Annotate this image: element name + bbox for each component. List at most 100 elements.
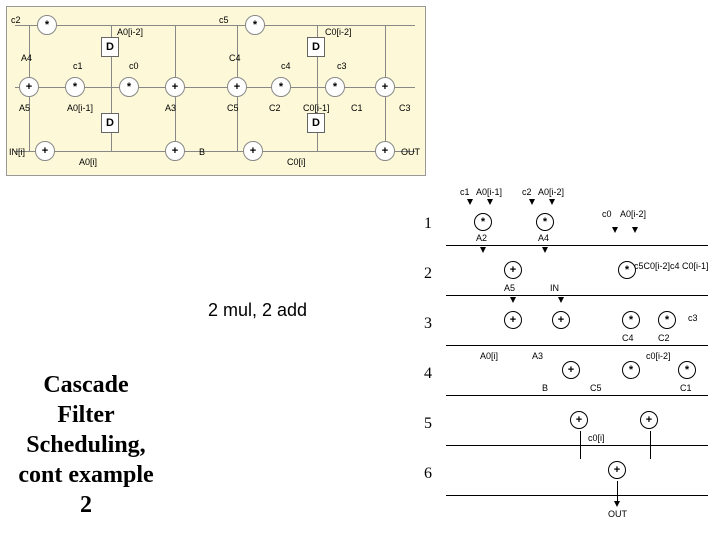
resource-caption: 2 mul, 2 add	[208, 300, 307, 321]
mul-op: *	[658, 311, 676, 329]
signal-label: c1	[460, 187, 470, 197]
add-op: +	[562, 361, 580, 379]
mul-node: *	[119, 77, 139, 97]
arrow-down-icon	[467, 199, 473, 205]
label-c0im2: C0[i-2]	[325, 27, 352, 37]
signal-label: A2	[476, 233, 487, 243]
mul-op: *	[622, 311, 640, 329]
title-line: Scheduling,	[26, 432, 145, 458]
add-node: +	[165, 77, 185, 97]
signal-label: C5	[590, 383, 602, 393]
cycle-separator	[446, 395, 708, 396]
cycle-number: 6	[424, 465, 432, 483]
label-b: B	[199, 147, 205, 157]
add-node: +	[227, 77, 247, 97]
signal-label: B	[542, 383, 548, 393]
signal-label: A0[i-1]	[476, 187, 502, 197]
d-register: D	[307, 37, 325, 57]
cycle-separator	[446, 495, 708, 496]
title-line: cont example	[18, 462, 153, 488]
label-a0i: A0[i]	[79, 157, 97, 167]
add-op: +	[640, 411, 658, 429]
add-op: +	[504, 311, 522, 329]
d-register: D	[101, 37, 119, 57]
slide-title: Cascade Filter Scheduling, cont example …	[6, 370, 166, 520]
label-a0im2: A0[i-2]	[117, 27, 143, 37]
title-line: Cascade	[43, 372, 128, 398]
d-register: D	[101, 113, 119, 133]
label-c0: c0	[129, 61, 139, 71]
arrow-down-icon	[632, 227, 638, 233]
cycle-number: 5	[424, 415, 432, 433]
label-C4: C4	[229, 53, 241, 63]
title-line: Filter	[57, 402, 114, 428]
signal-label: A4	[538, 233, 549, 243]
label-a3: A3	[165, 103, 176, 113]
signal-label: c3	[688, 313, 698, 323]
cycle-number: 1	[424, 215, 432, 233]
signal-label: c5C0[i-2]c4 C0[i-1]	[634, 261, 709, 271]
signal-label: A0[i-2]	[620, 209, 646, 219]
arrow-down-icon	[480, 247, 486, 253]
label-C5: C5	[227, 103, 239, 113]
label-out: OUT	[401, 147, 420, 157]
mul-node: *	[325, 77, 345, 97]
cycle-separator	[446, 345, 708, 346]
signal-label: A0[i]	[480, 351, 498, 361]
signal-label: c0	[602, 209, 612, 219]
cycle-number: 3	[424, 315, 432, 333]
label-in: IN[i]	[9, 147, 25, 157]
label-a4: A4	[21, 53, 32, 63]
add-node: +	[19, 77, 39, 97]
signal-label: IN	[550, 283, 559, 293]
add-op: +	[570, 411, 588, 429]
label-c5: c5	[219, 15, 229, 25]
arrow-down-icon	[487, 199, 493, 205]
arrow-down-icon	[549, 199, 555, 205]
label-a5: A5	[19, 103, 30, 113]
mul-node: *	[37, 15, 57, 35]
cycle-number: 2	[424, 265, 432, 283]
signal-label: A3	[532, 351, 543, 361]
add-node: +	[165, 141, 185, 161]
cycle-separator	[446, 445, 708, 446]
add-node: +	[375, 77, 395, 97]
signal-label: C2	[658, 333, 670, 343]
dataflow-diagram: c2 * A0[i-2] D A4 c1 c0 c5 * C0[i-2] D C…	[6, 6, 426, 176]
d-register: D	[307, 113, 325, 133]
label-c2: c2	[11, 15, 21, 25]
mul-op: *	[678, 361, 696, 379]
label-a0im1: A0[i-1]	[67, 103, 93, 113]
signal-label: OUT	[608, 509, 627, 519]
label-C1: C1	[351, 103, 363, 113]
add-node: +	[35, 141, 55, 161]
arrow-down-icon	[529, 199, 535, 205]
mul-node: *	[65, 77, 85, 97]
label-c0i: C0[i]	[287, 157, 306, 167]
signal-label: c0[i-2]	[646, 351, 671, 361]
title-line: 2	[80, 492, 92, 518]
label-C2: C2	[269, 103, 281, 113]
signal-label: C1	[680, 383, 692, 393]
arrow-down-icon	[614, 501, 620, 507]
arrow-down-icon	[558, 297, 564, 303]
mul-op: *	[536, 213, 554, 231]
signal-label: A5	[504, 283, 515, 293]
cycle-separator	[446, 245, 708, 246]
add-op: +	[552, 311, 570, 329]
mul-op: *	[622, 361, 640, 379]
signal-label: A0[i-2]	[538, 187, 564, 197]
label-c0im1: C0[i-1]	[303, 103, 330, 113]
label-C3: C3	[399, 103, 411, 113]
add-node: +	[375, 141, 395, 161]
mul-op: *	[474, 213, 492, 231]
label-c1: c1	[73, 61, 83, 71]
cycle-number: 4	[424, 365, 432, 383]
signal-label: c0[i]	[588, 433, 605, 443]
mul-node: *	[245, 15, 265, 35]
signal-label: C4	[622, 333, 634, 343]
schedule-diagram: 1 2 3 4 5 6 c1 A0[i-1] c2 A0[i-2] c0 A0[…	[430, 185, 710, 530]
edge	[650, 431, 651, 459]
label-c3: c3	[337, 61, 347, 71]
edge	[580, 431, 581, 459]
